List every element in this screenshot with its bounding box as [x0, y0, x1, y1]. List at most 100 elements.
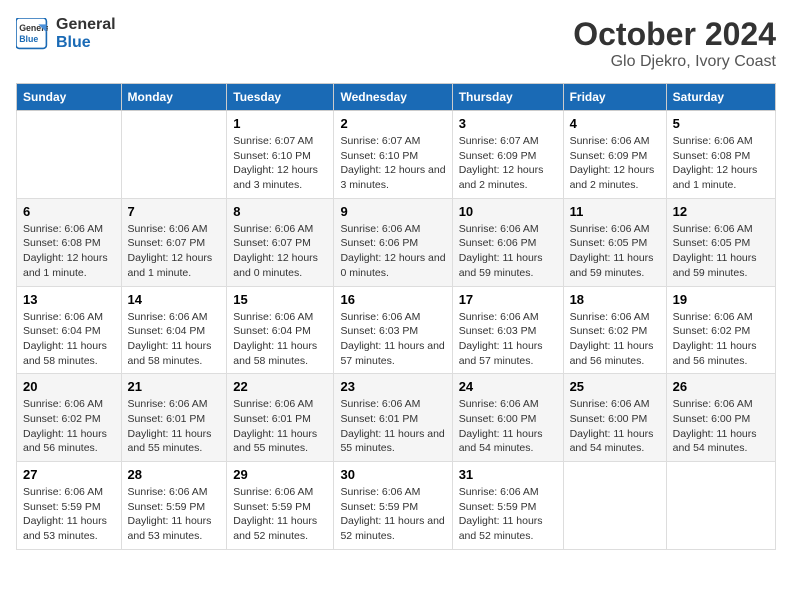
- calendar-cell: 29 Sunrise: 6:06 AM Sunset: 5:59 PM Dayli…: [227, 462, 334, 550]
- day-info: Sunrise: 6:06 AM Sunset: 6:00 PM Dayligh…: [570, 397, 660, 456]
- day-info: Sunrise: 6:06 AM Sunset: 5:59 PM Dayligh…: [233, 485, 327, 544]
- day-number: 1: [233, 116, 327, 131]
- day-info: Sunrise: 6:06 AM Sunset: 6:08 PM Dayligh…: [23, 222, 115, 281]
- calendar-table: SundayMondayTuesdayWednesdayThursdayFrid…: [16, 83, 776, 550]
- calendar-cell: 28 Sunrise: 6:06 AM Sunset: 5:59 PM Dayli…: [121, 462, 227, 550]
- calendar-cell: 22 Sunrise: 6:06 AM Sunset: 6:01 PM Dayli…: [227, 374, 334, 462]
- day-info: Sunrise: 6:06 AM Sunset: 5:59 PM Dayligh…: [23, 485, 115, 544]
- day-info: Sunrise: 6:06 AM Sunset: 6:00 PM Dayligh…: [673, 397, 769, 456]
- day-info: Sunrise: 6:06 AM Sunset: 6:07 PM Dayligh…: [128, 222, 221, 281]
- week-row-4: 20 Sunrise: 6:06 AM Sunset: 6:02 PM Dayli…: [17, 374, 776, 462]
- title-block: October 2024 Glo Djekro, Ivory Coast: [573, 16, 776, 71]
- calendar-cell: 20 Sunrise: 6:06 AM Sunset: 6:02 PM Dayli…: [17, 374, 122, 462]
- calendar-cell: 12Sunrise: 6:06 AM Sunset: 6:05 PM Dayli…: [666, 198, 775, 286]
- day-info: Sunrise: 6:07 AM Sunset: 6:09 PM Dayligh…: [459, 134, 557, 193]
- calendar-cell: [563, 462, 666, 550]
- calendar-cell: 26 Sunrise: 6:06 AM Sunset: 6:00 PM Dayli…: [666, 374, 775, 462]
- day-info: Sunrise: 6:06 AM Sunset: 6:01 PM Dayligh…: [128, 397, 221, 456]
- calendar-header-row: SundayMondayTuesdayWednesdayThursdayFrid…: [17, 84, 776, 111]
- day-number: 9: [340, 204, 445, 219]
- day-info: Sunrise: 6:06 AM Sunset: 6:03 PM Dayligh…: [340, 310, 445, 369]
- day-number: 24: [459, 379, 557, 394]
- calendar-cell: 2 Sunrise: 6:07 AM Sunset: 6:10 PM Daylig…: [334, 111, 452, 199]
- calendar-cell: 31Sunrise: 6:06 AM Sunset: 5:59 PM Dayli…: [452, 462, 563, 550]
- day-number: 28: [128, 467, 221, 482]
- header-tuesday: Tuesday: [227, 84, 334, 111]
- calendar-title: October 2024: [573, 16, 776, 53]
- calendar-cell: 24 Sunrise: 6:06 AM Sunset: 6:00 PM Dayli…: [452, 374, 563, 462]
- day-number: 15: [233, 292, 327, 307]
- day-info: Sunrise: 6:06 AM Sunset: 6:02 PM Dayligh…: [570, 310, 660, 369]
- day-info: Sunrise: 6:06 AM Sunset: 6:01 PM Dayligh…: [233, 397, 327, 456]
- day-number: 26: [673, 379, 769, 394]
- calendar-subtitle: Glo Djekro, Ivory Coast: [573, 53, 776, 71]
- calendar-cell: 17Sunrise: 6:06 AM Sunset: 6:03 PM Dayli…: [452, 286, 563, 374]
- day-info: Sunrise: 6:06 AM Sunset: 6:02 PM Dayligh…: [23, 397, 115, 456]
- day-info: Sunrise: 6:06 AM Sunset: 6:00 PM Dayligh…: [459, 397, 557, 456]
- calendar-cell: 4 Sunrise: 6:06 AM Sunset: 6:09 PM Daylig…: [563, 111, 666, 199]
- header-thursday: Thursday: [452, 84, 563, 111]
- logo: General Blue General Blue: [16, 16, 116, 51]
- day-number: 6: [23, 204, 115, 219]
- calendar-cell: 16Sunrise: 6:06 AM Sunset: 6:03 PM Dayli…: [334, 286, 452, 374]
- calendar-cell: [17, 111, 122, 199]
- day-number: 27: [23, 467, 115, 482]
- day-number: 22: [233, 379, 327, 394]
- calendar-cell: 1 Sunrise: 6:07 AM Sunset: 6:10 PM Daylig…: [227, 111, 334, 199]
- calendar-cell: 6 Sunrise: 6:06 AM Sunset: 6:08 PM Daylig…: [17, 198, 122, 286]
- header-friday: Friday: [563, 84, 666, 111]
- logo-text-line2: Blue: [56, 34, 116, 52]
- calendar-cell: [121, 111, 227, 199]
- calendar-cell: 23 Sunrise: 6:06 AM Sunset: 6:01 PM Dayli…: [334, 374, 452, 462]
- header-wednesday: Wednesday: [334, 84, 452, 111]
- svg-text:Blue: Blue: [19, 34, 38, 44]
- day-info: Sunrise: 6:06 AM Sunset: 6:03 PM Dayligh…: [459, 310, 557, 369]
- header-saturday: Saturday: [666, 84, 775, 111]
- calendar-cell: 3Sunrise: 6:07 AM Sunset: 6:09 PM Daylig…: [452, 111, 563, 199]
- day-info: Sunrise: 6:06 AM Sunset: 6:05 PM Dayligh…: [673, 222, 769, 281]
- day-info: Sunrise: 6:06 AM Sunset: 6:05 PM Dayligh…: [570, 222, 660, 281]
- day-number: 19: [673, 292, 769, 307]
- calendar-cell: 15Sunrise: 6:06 AM Sunset: 6:04 PM Dayli…: [227, 286, 334, 374]
- day-info: Sunrise: 6:07 AM Sunset: 6:10 PM Dayligh…: [233, 134, 327, 193]
- header-monday: Monday: [121, 84, 227, 111]
- day-info: Sunrise: 6:06 AM Sunset: 6:02 PM Dayligh…: [673, 310, 769, 369]
- day-info: Sunrise: 6:06 AM Sunset: 6:07 PM Dayligh…: [233, 222, 327, 281]
- calendar-cell: 21 Sunrise: 6:06 AM Sunset: 6:01 PM Dayli…: [121, 374, 227, 462]
- day-number: 29: [233, 467, 327, 482]
- week-row-2: 6 Sunrise: 6:06 AM Sunset: 6:08 PM Daylig…: [17, 198, 776, 286]
- calendar-cell: 14 Sunrise: 6:06 AM Sunset: 6:04 PM Dayli…: [121, 286, 227, 374]
- day-number: 21: [128, 379, 221, 394]
- calendar-cell: 5Sunrise: 6:06 AM Sunset: 6:08 PM Daylig…: [666, 111, 775, 199]
- calendar-cell: 9 Sunrise: 6:06 AM Sunset: 6:06 PM Daylig…: [334, 198, 452, 286]
- day-number: 10: [459, 204, 557, 219]
- page-header: General Blue General Blue October 2024 G…: [16, 16, 776, 71]
- day-info: Sunrise: 6:07 AM Sunset: 6:10 PM Dayligh…: [340, 134, 445, 193]
- day-number: 11: [570, 204, 660, 219]
- day-info: Sunrise: 6:06 AM Sunset: 5:59 PM Dayligh…: [459, 485, 557, 544]
- calendar-cell: 27 Sunrise: 6:06 AM Sunset: 5:59 PM Dayli…: [17, 462, 122, 550]
- day-number: 7: [128, 204, 221, 219]
- calendar-cell: 19 Sunrise: 6:06 AM Sunset: 6:02 PM Dayli…: [666, 286, 775, 374]
- day-info: Sunrise: 6:06 AM Sunset: 5:59 PM Dayligh…: [128, 485, 221, 544]
- week-row-3: 13Sunrise: 6:06 AM Sunset: 6:04 PM Dayli…: [17, 286, 776, 374]
- day-info: Sunrise: 6:06 AM Sunset: 6:06 PM Dayligh…: [459, 222, 557, 281]
- day-info: Sunrise: 6:06 AM Sunset: 6:09 PM Dayligh…: [570, 134, 660, 193]
- calendar-cell: 13Sunrise: 6:06 AM Sunset: 6:04 PM Dayli…: [17, 286, 122, 374]
- week-row-1: 1 Sunrise: 6:07 AM Sunset: 6:10 PM Daylig…: [17, 111, 776, 199]
- day-info: Sunrise: 6:06 AM Sunset: 6:01 PM Dayligh…: [340, 397, 445, 456]
- day-number: 20: [23, 379, 115, 394]
- day-number: 5: [673, 116, 769, 131]
- day-number: 23: [340, 379, 445, 394]
- day-number: 14: [128, 292, 221, 307]
- day-number: 4: [570, 116, 660, 131]
- day-number: 8: [233, 204, 327, 219]
- logo-icon: General Blue: [16, 18, 48, 50]
- day-number: 2: [340, 116, 445, 131]
- calendar-cell: 10 Sunrise: 6:06 AM Sunset: 6:06 PM Dayli…: [452, 198, 563, 286]
- day-info: Sunrise: 6:06 AM Sunset: 6:04 PM Dayligh…: [128, 310, 221, 369]
- day-info: Sunrise: 6:06 AM Sunset: 6:06 PM Dayligh…: [340, 222, 445, 281]
- day-info: Sunrise: 6:06 AM Sunset: 5:59 PM Dayligh…: [340, 485, 445, 544]
- day-info: Sunrise: 6:06 AM Sunset: 6:04 PM Dayligh…: [23, 310, 115, 369]
- day-number: 25: [570, 379, 660, 394]
